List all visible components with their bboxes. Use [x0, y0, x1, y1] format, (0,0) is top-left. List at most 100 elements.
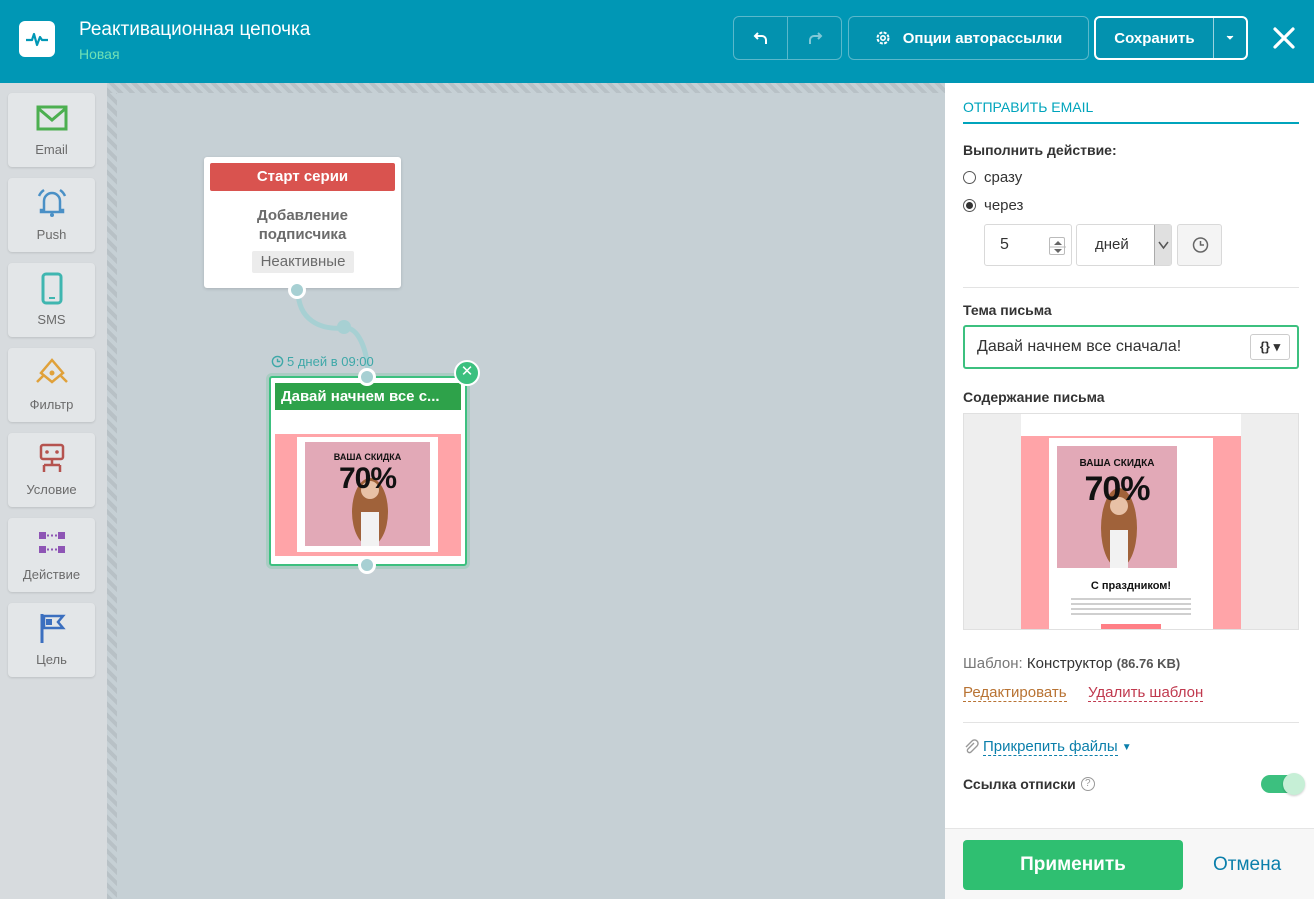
- delete-node-button[interactable]: ✕: [454, 360, 480, 386]
- toggle-knob: [1283, 773, 1305, 795]
- cancel-button[interactable]: Отмена: [1213, 840, 1281, 890]
- save-button[interactable]: Сохранить: [1096, 18, 1213, 58]
- gear-icon: [876, 31, 890, 45]
- promo-line-1: ВАША СКИДКА: [333, 452, 402, 462]
- properties-panel: ОТПРАВИТЬ EMAIL Выполнить действие: сраз…: [945, 83, 1314, 899]
- radio-label: сразу: [984, 169, 1023, 186]
- preview-greeting: С праздником!: [1090, 580, 1172, 592]
- help-icon[interactable]: ?: [1080, 777, 1095, 791]
- delay-value: 5: [1000, 236, 1009, 253]
- start-node-header: Старт серии: [210, 163, 395, 191]
- clock-icon: [1192, 237, 1209, 253]
- status-label: Новая: [79, 46, 120, 62]
- divider: [963, 722, 1299, 723]
- unsubscribe-link-setting: Ссылка отписки ?: [963, 776, 1095, 792]
- tool-label: SMS: [37, 312, 66, 327]
- tool-label: Действие: [22, 567, 81, 582]
- canvas-edge: [107, 83, 945, 93]
- flag-icon: [40, 614, 66, 643]
- save-dropdown-button[interactable]: [1212, 18, 1246, 58]
- page-title: Реактивационная цепочка: [79, 19, 311, 40]
- tool-push[interactable]: Push: [8, 178, 95, 252]
- tool-goal[interactable]: Цель: [8, 603, 95, 677]
- tool-label: Email: [35, 142, 68, 157]
- promo-line-2: 70%: [338, 462, 397, 495]
- attach-files-link[interactable]: Прикрепить файлы ▼: [963, 738, 1132, 756]
- radio-button[interactable]: [963, 199, 976, 212]
- start-node-tag: Неактивные: [252, 251, 354, 273]
- divider: [963, 287, 1299, 288]
- redo-button[interactable]: [787, 17, 841, 59]
- apply-button[interactable]: Применить: [963, 840, 1183, 890]
- unsubscribe-label: Ссылка отписки: [963, 776, 1076, 792]
- tool-email[interactable]: Email: [8, 93, 95, 167]
- template-label: Шаблон:: [963, 655, 1023, 672]
- promo-image: ВАША СКИДКА 70%: [1057, 446, 1177, 568]
- close-icon[interactable]: [1269, 23, 1299, 53]
- chevron-down-icon: [1154, 225, 1171, 265]
- tool-condition[interactable]: Условие: [8, 433, 95, 507]
- unsubscribe-toggle[interactable]: [1261, 773, 1305, 795]
- bell-icon: [37, 188, 67, 217]
- chevron-down-icon: ▼: [1121, 741, 1132, 753]
- redo-icon: [808, 32, 822, 44]
- start-node-output-port[interactable]: [288, 281, 306, 299]
- number-spinner[interactable]: [1049, 237, 1066, 255]
- tool-filter[interactable]: Фильтр: [8, 348, 95, 422]
- radio-send-delay[interactable]: через: [963, 197, 1023, 214]
- subject-value: Давай начнем все сначала!: [977, 338, 1182, 355]
- autosend-options-label: Опции авторассылки: [902, 29, 1063, 47]
- email-node-thumbnail: ВАША СКИДКА 70%: [275, 414, 461, 556]
- email-node[interactable]: Давай начнем все с... ВАША СКИДКА 70%: [269, 376, 467, 566]
- panel-footer: Применить Отмена: [945, 828, 1314, 899]
- preview-header: [1021, 414, 1241, 436]
- paperclip-icon: [965, 739, 979, 754]
- pulse-logo-icon: [19, 21, 55, 57]
- content-label: Содержание письма: [963, 389, 1105, 405]
- undo-button[interactable]: [734, 17, 787, 59]
- tool-action[interactable]: Действие: [8, 518, 95, 592]
- preview-cta-button: [1101, 624, 1161, 629]
- tool-label: Push: [36, 227, 67, 242]
- time-picker-button[interactable]: [1177, 224, 1222, 266]
- promo-line-2: 70%: [1084, 470, 1150, 508]
- tool-label: Цель: [36, 652, 67, 667]
- panel-title-underline: [963, 122, 1299, 124]
- subject-label: Тема письма: [963, 302, 1052, 318]
- action-icon: [39, 532, 65, 553]
- email-node-output-port[interactable]: [358, 556, 376, 574]
- start-node-description: Добавление подписчика: [257, 207, 348, 243]
- insert-variable-button[interactable]: {} ▾: [1250, 334, 1290, 360]
- tool-sms[interactable]: SMS: [8, 263, 95, 337]
- promo-line-1: ВАША СКИДКА: [1079, 458, 1155, 469]
- email-preview[interactable]: ВАША СКИДКА 70% С праздником!: [963, 413, 1299, 630]
- canvas-edge: [107, 83, 117, 899]
- template-size: (86.76 KB): [1116, 656, 1181, 671]
- template-info: Шаблон: Конструктор (86.76 KB): [963, 655, 1180, 672]
- panel-title: ОТПРАВИТЬ EMAIL: [963, 99, 1094, 115]
- start-node[interactable]: Старт серии Добавление подписчика Неакти…: [204, 157, 401, 288]
- history-button-group: [733, 16, 842, 60]
- edit-template-link[interactable]: Редактировать: [963, 684, 1067, 702]
- top-bar: Реактивационная цепочка Новая Опции авто…: [0, 0, 1314, 83]
- autosend-options-button[interactable]: Опции авторассылки: [848, 16, 1089, 60]
- template-name: Конструктор: [1026, 655, 1113, 672]
- delete-template-link[interactable]: Удалить шаблон: [1088, 684, 1204, 702]
- tool-label: Фильтр: [29, 397, 74, 412]
- email-node-title: Давай начнем все с...: [275, 383, 461, 410]
- delay-value-input[interactable]: 5: [984, 224, 1072, 266]
- phone-icon: [41, 272, 63, 305]
- delay-unit-select[interactable]: дней: [1076, 224, 1172, 266]
- clock-icon: [271, 355, 284, 368]
- radio-button[interactable]: [963, 171, 976, 184]
- subject-input[interactable]: Давай начнем все сначала! {} ▾: [963, 325, 1299, 369]
- radio-label: через: [984, 197, 1024, 214]
- email-node-input-port[interactable]: [358, 368, 376, 386]
- preview-text-lines: [1071, 598, 1191, 616]
- promo-image: ВАША СКИДКА 70%: [305, 442, 430, 546]
- undo-icon: [753, 32, 767, 44]
- filter-icon: [36, 358, 68, 384]
- preview-email-body: ВАША СКИДКА 70% С праздником!: [1021, 414, 1241, 629]
- radio-send-now[interactable]: сразу: [963, 169, 1022, 186]
- delay-unit-value: дней: [1095, 236, 1129, 253]
